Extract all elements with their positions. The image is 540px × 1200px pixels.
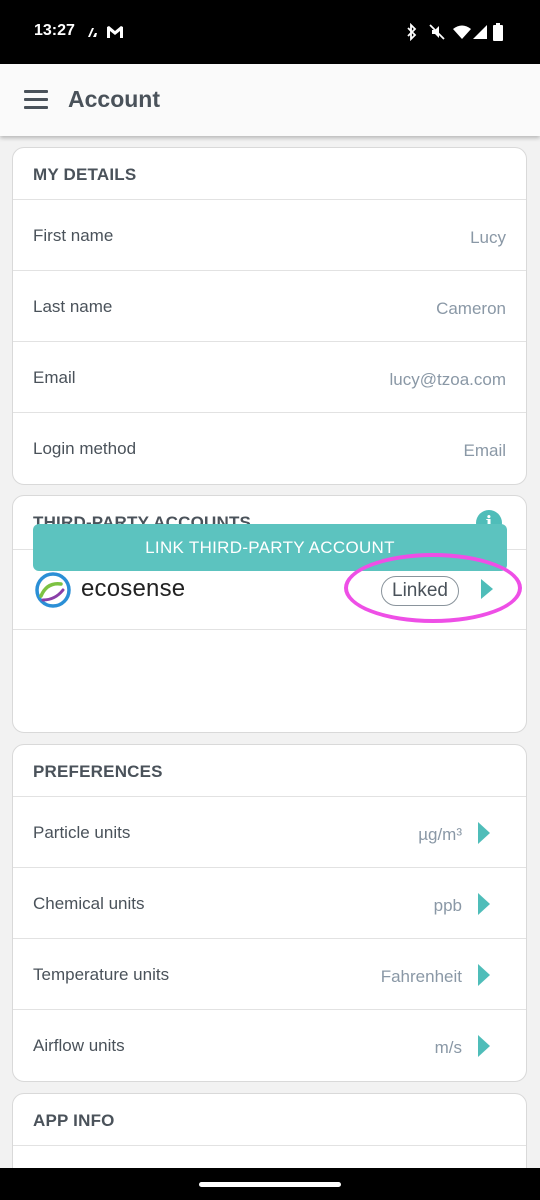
airflow-units-row[interactable]: Airflow units m/s xyxy=(13,1010,526,1081)
my-details-card: MY DETAILS First name Lucy Last name Cam… xyxy=(12,147,527,485)
login-method-value: Email xyxy=(463,441,506,460)
signal-icon xyxy=(472,22,488,42)
notification-icon xyxy=(86,22,100,42)
status-time: 13:27 xyxy=(34,22,75,39)
particle-units-value: µg/m³ xyxy=(418,825,462,844)
home-indicator[interactable] xyxy=(199,1182,341,1187)
linked-status-badge: Linked xyxy=(381,576,459,606)
section-title: MY DETAILS xyxy=(33,165,137,184)
my-details-header: MY DETAILS xyxy=(13,148,526,200)
email-value: lucy@tzoa.com xyxy=(389,370,506,389)
particle-units-row[interactable]: Particle units µg/m³ xyxy=(13,797,526,868)
last-name-row: Last name Cameron xyxy=(13,271,526,342)
chevron-right-icon[interactable] xyxy=(478,893,490,915)
app-info-header: APP INFO xyxy=(13,1094,526,1146)
email-row: Email lucy@tzoa.com xyxy=(13,342,526,413)
app-info-card: APP INFO xyxy=(12,1093,527,1168)
row-label: First name xyxy=(33,226,114,245)
temperature-units-value: Fahrenheit xyxy=(380,967,462,986)
wifi-icon xyxy=(452,22,472,42)
ecosense-logo-icon xyxy=(35,572,71,608)
row-label: Particle units xyxy=(33,823,131,842)
navigation-bar xyxy=(0,1168,540,1200)
first-name-value: Lucy xyxy=(470,228,506,247)
section-title: APP INFO xyxy=(33,1111,115,1130)
row-label: Last name xyxy=(33,297,113,316)
chevron-right-icon[interactable] xyxy=(478,1035,490,1057)
account-content[interactable]: MY DETAILS First name Lucy Last name Cam… xyxy=(0,136,540,1168)
last-name-value: Cameron xyxy=(436,299,506,318)
preferences-header: PREFERENCES xyxy=(13,745,526,797)
row-label: Login method xyxy=(33,439,137,458)
row-label: Temperature units xyxy=(33,965,170,984)
link-third-party-button[interactable]: LINK THIRD-PARTY ACCOUNT xyxy=(33,524,507,571)
hamburger-menu-icon[interactable] xyxy=(24,90,50,110)
row-label: Chemical units xyxy=(33,894,145,913)
bluetooth-icon xyxy=(406,22,418,42)
airflow-units-value: m/s xyxy=(434,1038,462,1057)
gmail-icon xyxy=(106,22,124,42)
section-title: PREFERENCES xyxy=(33,762,163,781)
chevron-right-icon[interactable] xyxy=(481,579,493,599)
ecosense-name: ecosense xyxy=(81,575,186,602)
battery-icon xyxy=(493,22,503,42)
mute-icon xyxy=(428,22,446,42)
app-bar: Account xyxy=(0,64,540,136)
row-label: Airflow units xyxy=(33,1036,125,1055)
preferences-card: PREFERENCES Particle units µg/m³ Chemica… xyxy=(12,744,527,1082)
first-name-row: First name Lucy xyxy=(13,200,526,271)
chevron-right-icon[interactable] xyxy=(478,964,490,986)
login-method-row: Login method Email xyxy=(13,413,526,484)
chemical-units-value: ppb xyxy=(433,896,462,915)
status-bar: 13:27 xyxy=(0,0,540,64)
page-title: Account xyxy=(68,86,160,112)
row-label: Email xyxy=(33,368,76,387)
chemical-units-row[interactable]: Chemical units ppb xyxy=(13,868,526,939)
chevron-right-icon[interactable] xyxy=(478,822,490,844)
temperature-units-row[interactable]: Temperature units Fahrenheit xyxy=(13,939,526,1010)
third-party-card: THIRD-PARTY ACCOUNTS i ecosense Linked L… xyxy=(12,495,527,733)
